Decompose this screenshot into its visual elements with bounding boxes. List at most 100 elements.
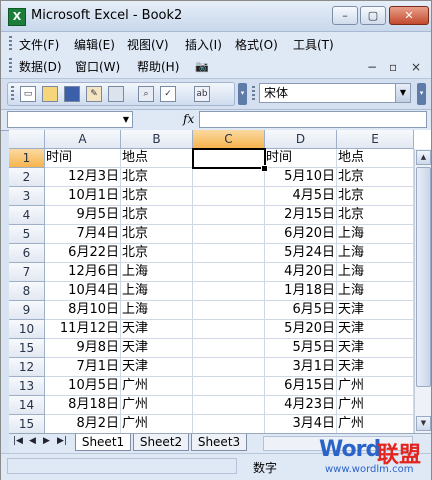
cell-d[interactable]: 5月5日 xyxy=(265,339,337,358)
cell-d[interactable]: 时间 xyxy=(265,149,337,168)
save-icon[interactable] xyxy=(64,86,80,102)
cell-a[interactable]: 8月18日 xyxy=(45,396,121,415)
cell-c[interactable] xyxy=(193,187,265,206)
menu-data[interactable]: 数据(D) xyxy=(17,57,64,77)
fill-handle[interactable] xyxy=(261,165,268,172)
cell-a[interactable]: 7月1日 xyxy=(45,358,121,377)
cell-d[interactable]: 1月18日 xyxy=(265,282,337,301)
cell-e[interactable]: 地点 xyxy=(337,149,414,168)
cell-b[interactable]: 天津 xyxy=(121,339,193,358)
row-header[interactable]: 2 xyxy=(9,168,45,187)
cell-a[interactable]: 6月22日 xyxy=(45,244,121,263)
cell-d[interactable]: 3月1日 xyxy=(265,358,337,377)
doc-restore-button[interactable]: ▫ xyxy=(389,60,397,74)
column-header-d[interactable]: D xyxy=(265,130,337,149)
cell-b[interactable]: 北京 xyxy=(121,168,193,187)
cell-d[interactable]: 6月15日 xyxy=(265,377,337,396)
cell-d[interactable]: 5月24日 xyxy=(265,244,337,263)
open-icon[interactable] xyxy=(42,86,58,102)
toolbar-grip[interactable] xyxy=(11,86,14,102)
cell-c[interactable] xyxy=(193,358,265,377)
cell-b[interactable]: 北京 xyxy=(121,225,193,244)
cell-b[interactable]: 北京 xyxy=(121,206,193,225)
cell-a[interactable]: 12月3日 xyxy=(45,168,121,187)
scroll-up-icon[interactable]: ▲ xyxy=(416,150,431,165)
cell-b[interactable]: 上海 xyxy=(121,282,193,301)
menu-tools[interactable]: 工具(T) xyxy=(291,35,336,55)
permission-icon[interactable]: ✎ xyxy=(86,86,102,102)
cell-e[interactable]: 上海 xyxy=(337,282,414,301)
menu-help[interactable]: 帮助(H) xyxy=(135,57,181,77)
cell-a[interactable]: 11月12日 xyxy=(45,320,121,339)
cell-b[interactable]: 上海 xyxy=(121,301,193,320)
cell-d[interactable]: 2月15日 xyxy=(265,206,337,225)
cell-d[interactable]: 4月20日 xyxy=(265,263,337,282)
cell-c[interactable] xyxy=(193,206,265,225)
row-header[interactable]: 13 xyxy=(9,377,45,396)
cell-d[interactable]: 6月20日 xyxy=(265,225,337,244)
first-sheet-icon[interactable]: |◀ xyxy=(13,436,23,446)
cell-c[interactable] xyxy=(193,339,265,358)
format-toolbar-options-icon[interactable]: ▾ xyxy=(417,83,426,105)
prev-sheet-icon[interactable]: ◀ xyxy=(29,436,36,446)
cell-a[interactable]: 10月5日 xyxy=(45,377,121,396)
print-icon[interactable] xyxy=(108,86,124,102)
row-header[interactable]: 12 xyxy=(9,358,45,377)
cell-a[interactable]: 9月5日 xyxy=(45,206,121,225)
select-all-corner[interactable] xyxy=(9,130,45,149)
doc-minimize-button[interactable]: − xyxy=(367,60,377,74)
cell-c[interactable] xyxy=(193,301,265,320)
cell-a[interactable]: 12月6日 xyxy=(45,263,121,282)
row-header[interactable]: 6 xyxy=(9,244,45,263)
cell-a[interactable]: 10月1日 xyxy=(45,187,121,206)
cell-b[interactable]: 天津 xyxy=(121,358,193,377)
scroll-down-icon[interactable]: ▼ xyxy=(416,416,431,431)
cell-b[interactable]: 天津 xyxy=(121,320,193,339)
minimize-button[interactable]: – xyxy=(332,6,358,25)
name-box[interactable]: ▼ xyxy=(7,111,133,128)
row-header[interactable]: 9 xyxy=(9,301,45,320)
cell-d[interactable]: 3月4日 xyxy=(265,415,337,433)
row-header[interactable]: 14 xyxy=(9,396,45,415)
cell-e[interactable]: 天津 xyxy=(337,358,414,377)
excel-icon[interactable]: X xyxy=(8,8,26,26)
cell-a[interactable]: 9月8日 xyxy=(45,339,121,358)
cell-e[interactable]: 广州 xyxy=(337,377,414,396)
cell-c[interactable] xyxy=(193,320,265,339)
cell-a[interactable]: 7月4日 xyxy=(45,225,121,244)
cell-e[interactable]: 北京 xyxy=(337,187,414,206)
cell-c[interactable] xyxy=(193,225,265,244)
camera-icon[interactable]: 📷 xyxy=(195,60,209,73)
cell-b[interactable]: 广州 xyxy=(121,377,193,396)
cell-e[interactable]: 上海 xyxy=(337,225,414,244)
close-button[interactable]: ✕ xyxy=(389,6,429,25)
cell-b[interactable]: 北京 xyxy=(121,187,193,206)
column-header-a[interactable]: A xyxy=(45,130,121,149)
cell-d[interactable]: 6月5日 xyxy=(265,301,337,320)
cell-e[interactable]: 天津 xyxy=(337,320,414,339)
last-sheet-icon[interactable]: ▶| xyxy=(57,436,67,446)
font-name-select[interactable]: 宋体 ▼ xyxy=(259,83,411,103)
print-preview-icon[interactable]: ⌕ xyxy=(138,86,154,102)
row-header[interactable]: 5 xyxy=(9,225,45,244)
research-icon[interactable]: ab xyxy=(194,86,210,102)
menu-file[interactable]: 文件(F) xyxy=(17,35,61,55)
cell-c[interactable] xyxy=(193,396,265,415)
cell-c[interactable] xyxy=(193,282,265,301)
cell-c[interactable] xyxy=(193,263,265,282)
cell-c[interactable] xyxy=(193,244,265,263)
next-sheet-icon[interactable]: ▶ xyxy=(43,436,50,446)
sheet-tab-sheet3[interactable]: Sheet3 xyxy=(191,434,247,451)
scroll-thumb[interactable] xyxy=(416,167,431,387)
cell-e[interactable]: 天津 xyxy=(337,301,414,320)
menu-grip[interactable] xyxy=(9,36,12,52)
menu-format[interactable]: 格式(O) xyxy=(233,35,280,55)
spelling-icon[interactable]: ✓ xyxy=(160,86,176,102)
cell-b[interactable]: 地点 xyxy=(121,149,193,168)
cell-a[interactable]: 10月4日 xyxy=(45,282,121,301)
row-header[interactable]: 1 xyxy=(9,149,45,168)
cell-d[interactable]: 5月20日 xyxy=(265,320,337,339)
cell-d[interactable]: 4月5日 xyxy=(265,187,337,206)
chevron-down-icon[interactable]: ▼ xyxy=(395,84,410,102)
cell-d[interactable]: 5月10日 xyxy=(265,168,337,187)
